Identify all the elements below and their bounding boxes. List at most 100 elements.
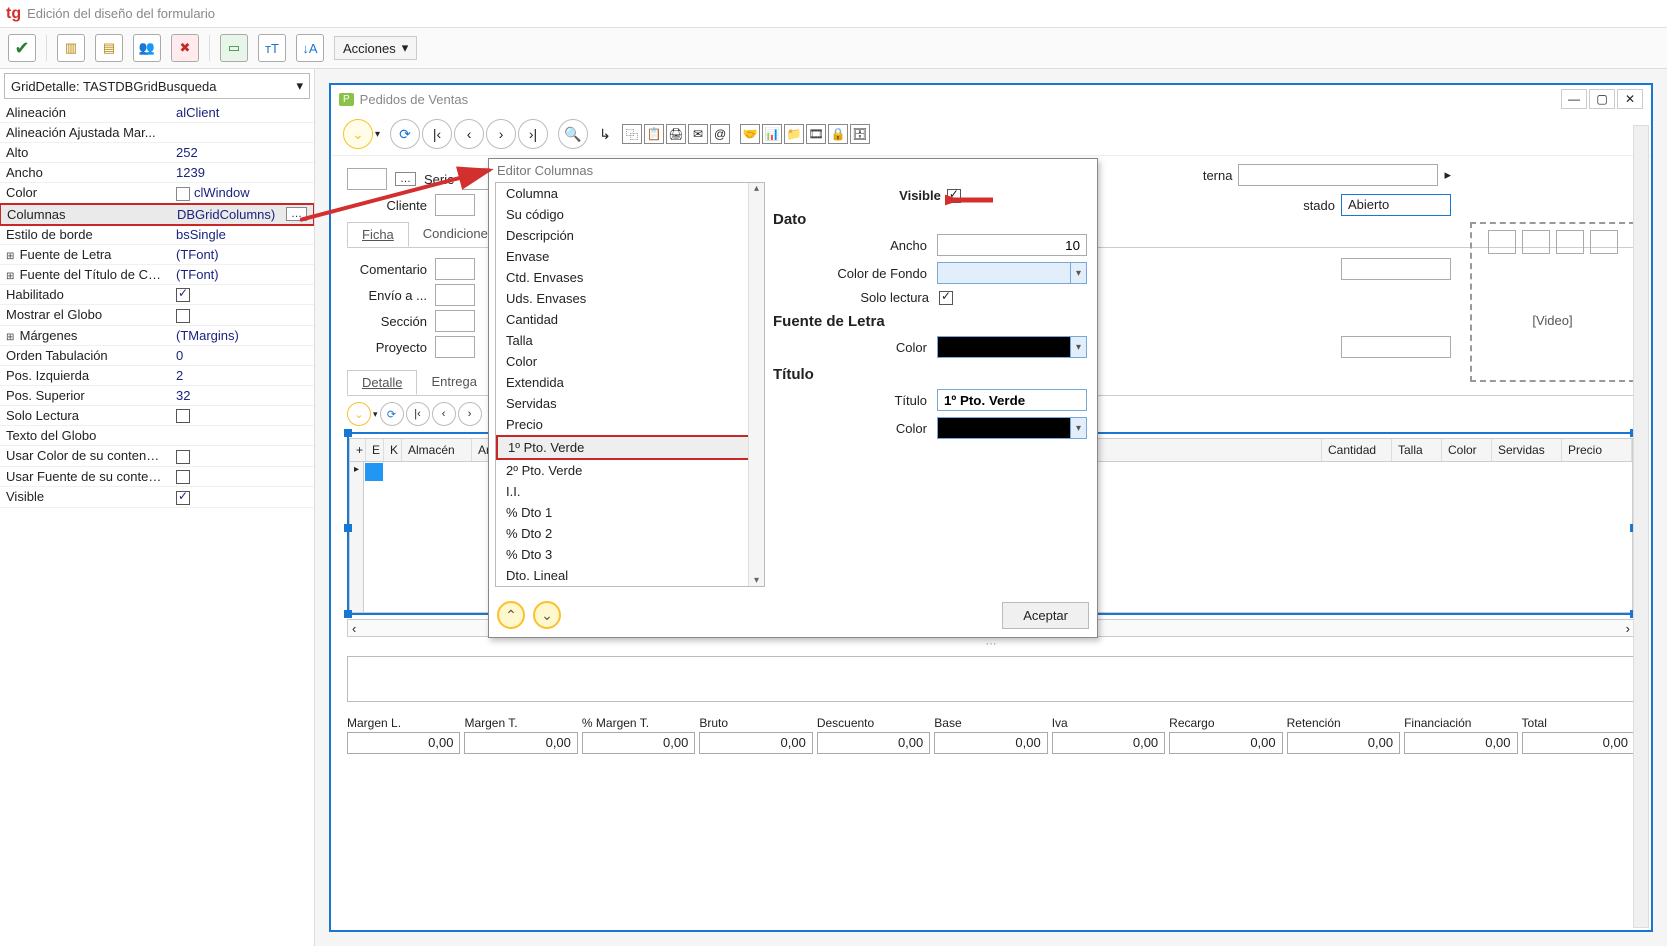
sololectura-checkbox[interactable] [939,291,953,305]
paste-button[interactable]: 📋 [644,124,664,144]
fuente-color-field[interactable]: ▾ [937,336,1087,358]
property-row[interactable]: Solo Lectura [0,406,314,427]
toolbar-btn-6[interactable]: ᴛT [258,34,286,62]
mini-next[interactable]: › [458,402,482,426]
copy-button[interactable]: ⿻ [622,124,642,144]
tab-detalle[interactable]: Detalle [347,370,417,395]
column-list-item[interactable]: Dto. Lineal [496,565,764,586]
column-list-item[interactable]: % Dto 3 [496,544,764,565]
grid-cell-selected[interactable] [365,463,383,481]
column-list-item[interactable]: Uds. Envases [496,288,764,309]
tab-ficha[interactable]: Ficha [347,222,409,247]
v-scrollbar[interactable] [1633,125,1649,928]
image-search-icon[interactable] [1590,230,1618,254]
column-list-item[interactable]: Extendida [496,372,764,393]
nav-down-button[interactable]: ⌄ [343,119,373,149]
property-grid[interactable]: AlineaciónalClientAlineación Ajustada Ma… [0,103,314,946]
property-row[interactable]: Visible [0,487,314,508]
column-list-item[interactable]: % Dto 2 [496,523,764,544]
property-row[interactable]: Usar Fuente de su conten... [0,467,314,488]
column-list-item[interactable]: Ctd. Envases [496,267,764,288]
terna-field[interactable] [1238,164,1438,186]
accept-button[interactable]: Aceptar [1002,602,1089,629]
list-scrollbar[interactable]: ▴▾ [748,183,764,586]
close-button[interactable]: ✕ [1617,89,1643,109]
property-row[interactable]: Alineación Ajustada Mar... [0,123,314,143]
folder-icon[interactable]: 📁 [784,124,804,144]
property-row[interactable]: Usar Color de su contene... [0,446,314,467]
image-refresh-icon[interactable] [1556,230,1584,254]
print-button[interactable]: 🖨 [666,124,686,144]
property-row[interactable]: Pos. Superior32 [0,386,314,406]
property-row[interactable]: ColorclWindow [0,183,314,204]
property-row[interactable]: ⊞ Márgenes(TMargins) [0,326,314,346]
property-row[interactable]: Ancho1239 [0,163,314,183]
property-row[interactable]: Texto del Globo [0,426,314,446]
next-button[interactable]: › [486,119,516,149]
property-row[interactable]: ⊞ Fuente del Título de Colu...(TFont) [0,265,314,285]
column-list-item[interactable]: Envase [496,246,764,267]
column-list-item[interactable]: 1º Pto. Verde [496,435,764,460]
column-list-item[interactable]: Cantidad [496,309,764,330]
proyecto-field[interactable] [435,336,475,358]
film-icon[interactable]: 🎞 [806,124,826,144]
handshake-icon[interactable]: 🤝 [740,124,760,144]
toolbar-btn-1[interactable]: ▥ [57,34,85,62]
titulo-color-field[interactable]: ▾ [937,417,1087,439]
serie-prefix-field[interactable] [347,168,387,190]
column-list-item[interactable]: Columna [496,183,764,204]
column-list-item[interactable]: Precio [496,414,764,435]
column-list-item[interactable]: % Dto 1 [496,502,764,523]
ancho-field[interactable] [937,234,1087,256]
column-list-item[interactable]: Su código [496,204,764,225]
colorfondo-field[interactable]: ▾ [937,262,1087,284]
mini-prev[interactable]: ‹ [432,402,456,426]
mini-refresh[interactable]: ⟳ [380,402,404,426]
toolbar-btn-5[interactable]: ▭ [220,34,248,62]
column-list[interactable]: ColumnaSu códigoDescripciónEnvaseCtd. En… [496,183,764,586]
property-row[interactable]: Alto252 [0,143,314,163]
move-down-button[interactable]: ⌄ [533,601,561,629]
aux-field-2[interactable] [1341,336,1451,358]
seccion-field[interactable] [435,310,475,332]
prev-button[interactable]: ‹ [454,119,484,149]
cliente-field[interactable] [435,194,475,216]
mini-first[interactable]: |‹ [406,402,430,426]
property-row[interactable]: Pos. Izquierda2 [0,366,314,386]
column-list-item[interactable]: Servidas [496,393,764,414]
aux-field-1[interactable] [1341,258,1451,280]
property-row[interactable]: Habilitado [0,285,314,306]
tab-entrega[interactable]: Entrega [417,370,491,395]
envio-field[interactable] [435,284,475,306]
column-list-item[interactable]: Color [496,351,764,372]
at-button[interactable]: @ [710,124,730,144]
property-row[interactable]: AlineaciónalClient [0,103,314,123]
archive-icon[interactable]: 🗄 [850,124,870,144]
estado-field[interactable]: Abierto [1341,194,1451,216]
maximize-button[interactable]: ▢ [1589,89,1615,109]
refresh-button[interactable]: ⟳ [390,119,420,149]
lock-icon[interactable]: 🔒 [828,124,848,144]
property-row[interactable]: ColumnasDBGridColumns)… [0,203,314,226]
mail-button[interactable]: ✉ [688,124,708,144]
property-row[interactable]: Orden Tabulación0 [0,346,314,366]
save-button[interactable]: ✔ [8,34,36,62]
property-row[interactable]: Mostrar el Globo [0,305,314,326]
move-up-button[interactable]: ⌃ [497,601,525,629]
titulo-field[interactable] [937,389,1087,411]
toolbar-btn-3[interactable]: 👥 [133,34,161,62]
chart-icon[interactable]: 📊 [762,124,782,144]
search-button[interactable]: 🔍 [558,119,588,149]
visible-checkbox[interactable] [947,189,961,203]
serie-lookup-button[interactable]: … [395,172,416,186]
comentario-field[interactable] [435,258,475,280]
last-button[interactable]: ›| [518,119,548,149]
property-row[interactable]: ⊞ Fuente de Letra(TFont) [0,245,314,265]
column-list-item[interactable]: I.I. [496,481,764,502]
chevron-right-icon[interactable]: ▸ [1444,167,1451,183]
mini-nav-down[interactable]: ⌄ [347,402,371,426]
object-selector[interactable]: GridDetalle: TASTDBGridBusqueda ▾ [4,73,310,99]
column-list-item[interactable]: Talla [496,330,764,351]
toolbar-btn-7[interactable]: ↓A [296,34,324,62]
image-add-icon[interactable] [1488,230,1516,254]
